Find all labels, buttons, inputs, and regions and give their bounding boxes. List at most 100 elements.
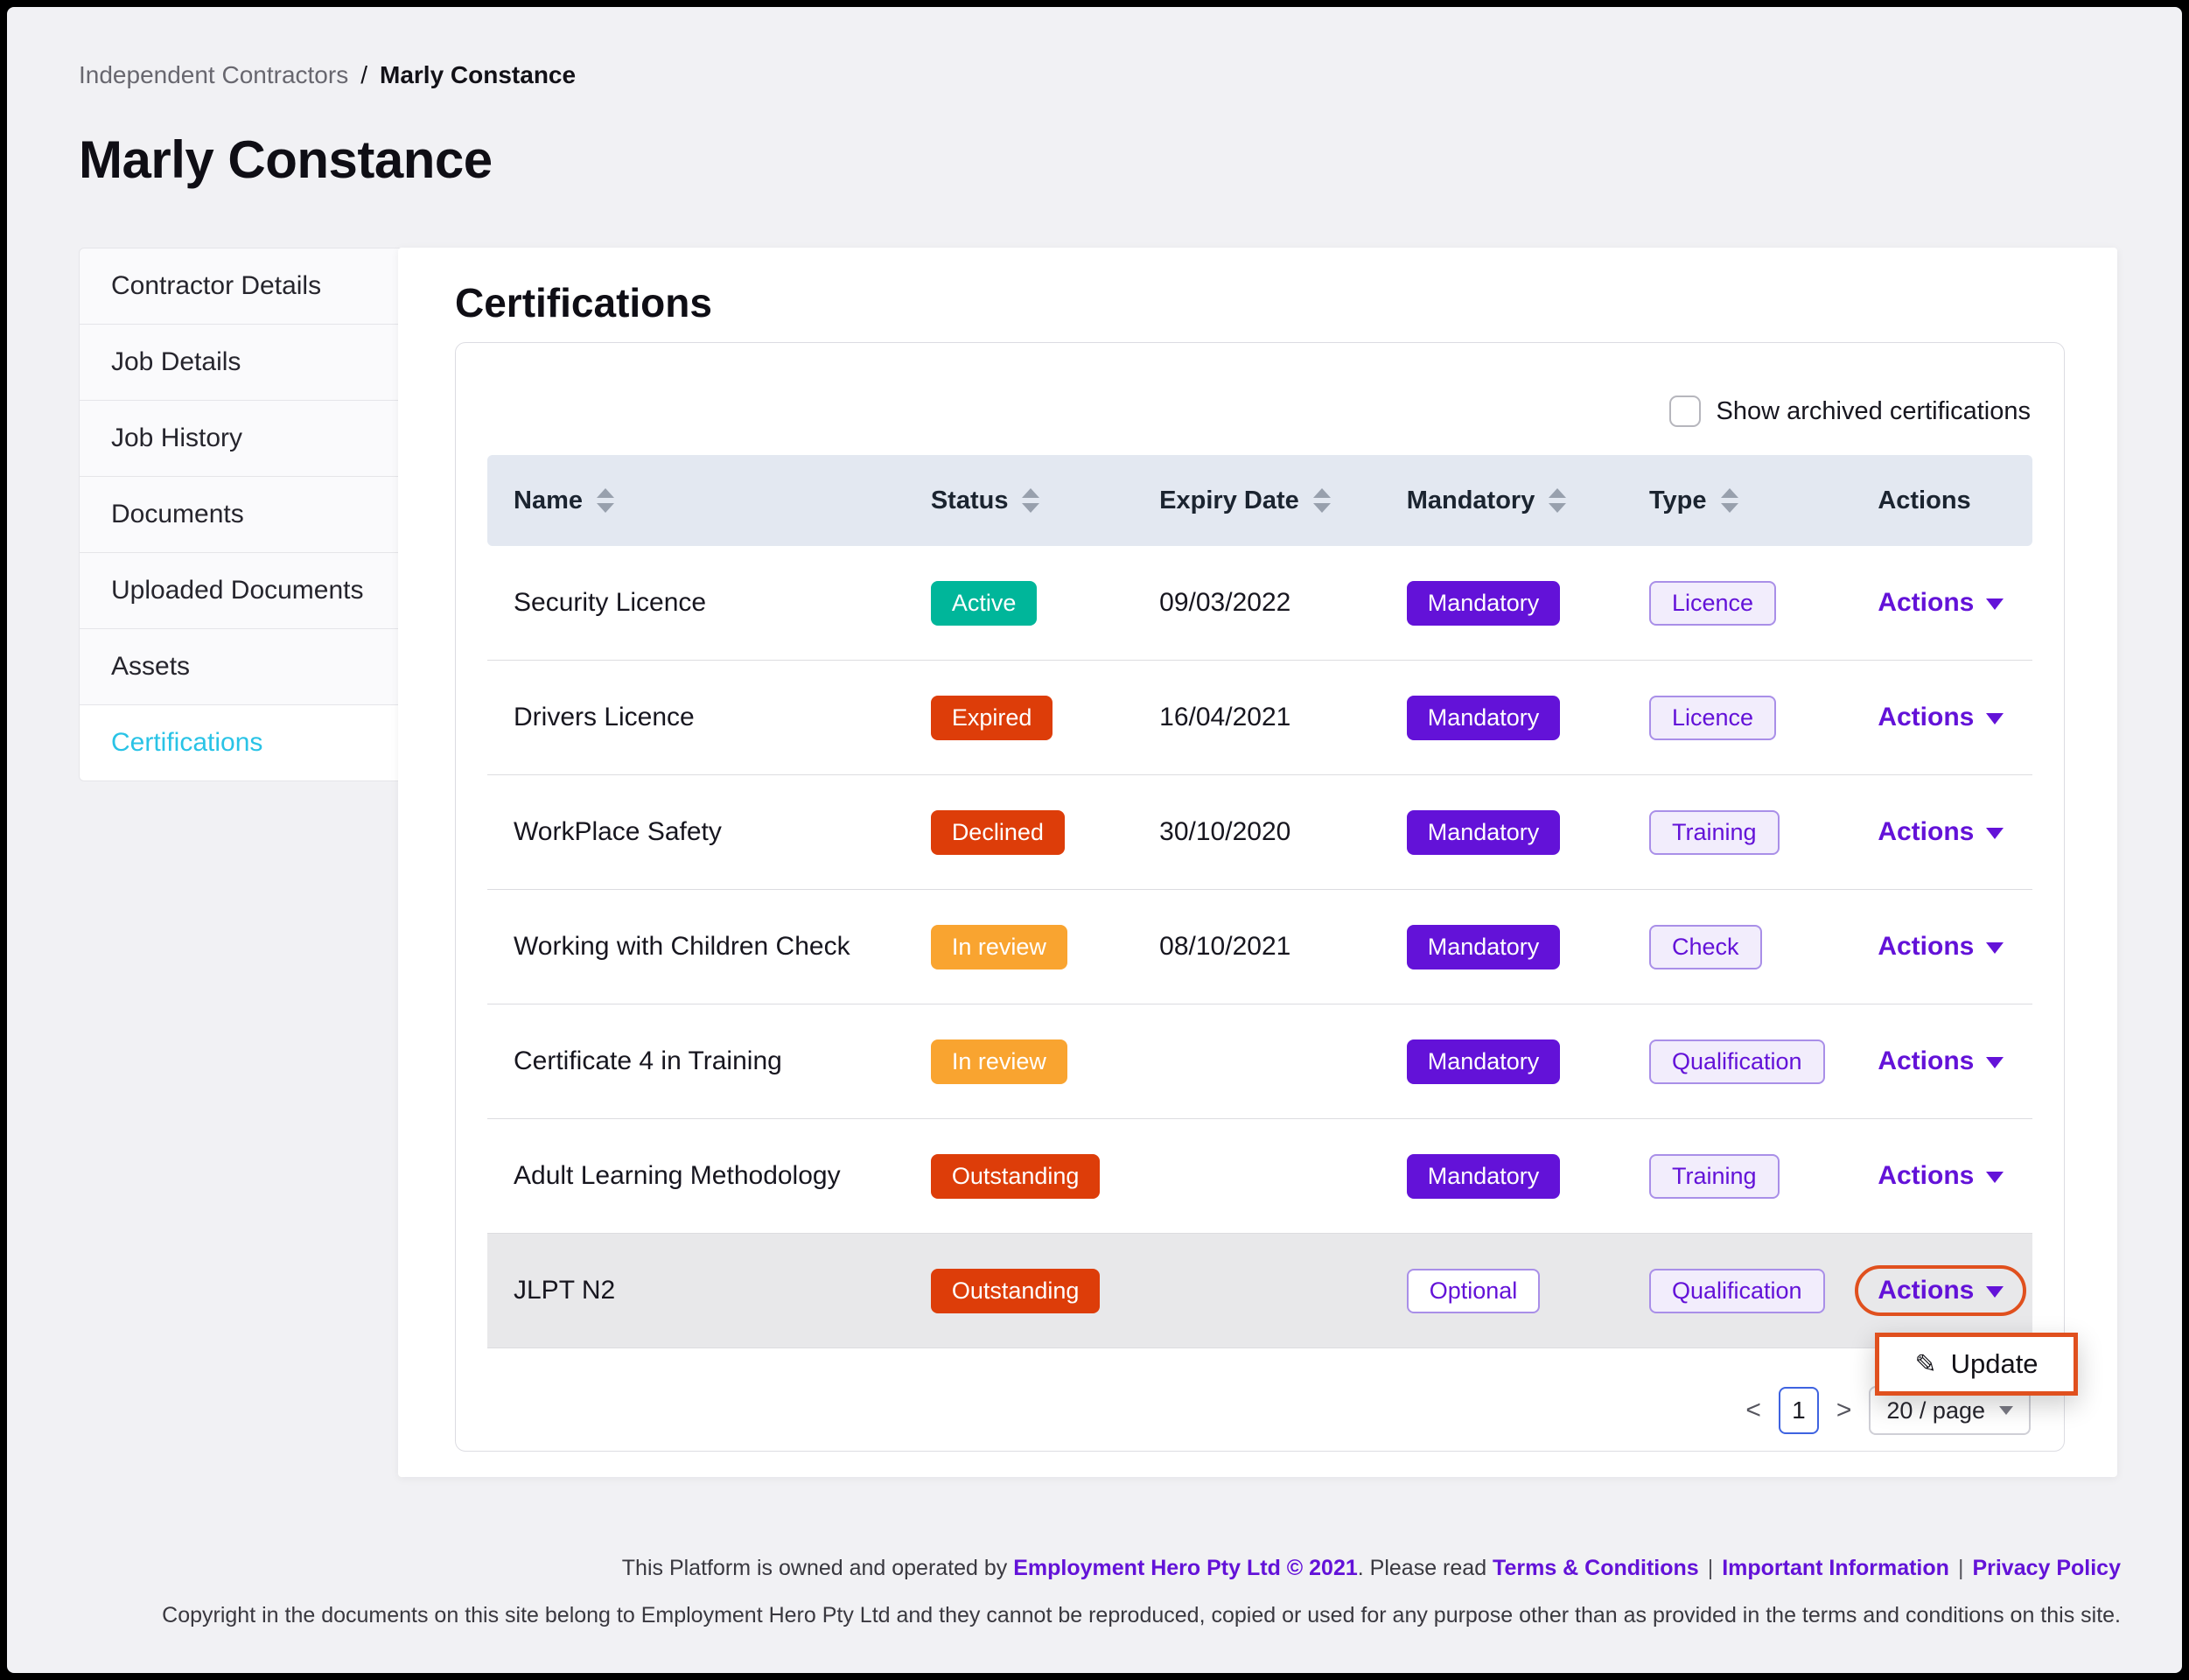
- terms-link[interactable]: Terms & Conditions: [1493, 1556, 1699, 1580]
- column-header-status[interactable]: Status: [905, 486, 1133, 515]
- type-badge: Qualification: [1649, 1269, 1825, 1313]
- actions-cell: Actions: [1851, 588, 2032, 618]
- mandatory-badge: Mandatory: [1407, 810, 1561, 855]
- mandatory-cell: Optional: [1381, 1269, 1623, 1313]
- column-label: Expiry Date: [1159, 486, 1299, 515]
- sort-icon: [597, 488, 614, 513]
- breadcrumb-separator: /: [360, 61, 367, 88]
- actions-label: Actions: [1878, 1046, 1974, 1076]
- breadcrumb-parent[interactable]: Independent Contractors: [79, 61, 348, 88]
- footer-line1: This Platform is owned and operated by E…: [622, 1556, 2121, 1581]
- show-archived-checkbox[interactable]: [1669, 396, 1701, 427]
- sort-icon: [1549, 488, 1566, 513]
- column-label: Type: [1649, 486, 1707, 515]
- status-badge: In review: [931, 925, 1067, 970]
- footer-separator: |: [1958, 1556, 1964, 1580]
- column-header-actions: Actions: [1851, 486, 2032, 515]
- status-badge: Expired: [931, 696, 1053, 740]
- employment-hero-link[interactable]: Employment Hero Pty Ltd © 2021: [1013, 1556, 1358, 1580]
- column-label: Status: [931, 486, 1009, 515]
- annotation-ellipse: Actions: [1855, 1265, 2026, 1316]
- column-header-expiry-date[interactable]: Expiry Date: [1133, 486, 1381, 515]
- footer-text-middle: . Please read: [1358, 1556, 1493, 1580]
- status-badge: In review: [931, 1040, 1067, 1084]
- sidebar-item-assets[interactable]: Assets: [79, 628, 404, 705]
- mandatory-badge: Optional: [1407, 1269, 1541, 1313]
- actions-cell: Actions: [1851, 932, 2032, 962]
- mandatory-cell: Mandatory: [1381, 696, 1623, 740]
- caret-down-icon: [1986, 1172, 2004, 1192]
- table-header: Name Status Expiry Date Mandatory Type Action…: [487, 455, 2032, 546]
- actions-button[interactable]: Actions: [1878, 703, 2004, 732]
- type-cell: Training: [1623, 810, 1851, 855]
- type-badge: Qualification: [1649, 1040, 1825, 1084]
- next-page-button[interactable]: >: [1836, 1396, 1852, 1425]
- type-badge: Training: [1649, 810, 1780, 855]
- mandatory-cell: Mandatory: [1381, 810, 1623, 855]
- cert-name: Adult Learning Methodology: [487, 1161, 905, 1191]
- type-cell: Training: [1623, 1154, 1851, 1199]
- actions-button[interactable]: Actions: [1878, 932, 2004, 962]
- column-header-mandatory[interactable]: Mandatory: [1381, 486, 1623, 515]
- actions-button[interactable]: Actions: [1878, 1161, 2004, 1191]
- type-cell: Check: [1623, 925, 1851, 970]
- actions-label: Actions: [1878, 817, 1974, 847]
- page-number-button[interactable]: 1: [1779, 1387, 1819, 1434]
- sidebar-item-contractor-details[interactable]: Contractor Details: [79, 248, 404, 325]
- table-row: Drivers LicenceExpired16/04/2021Mandator…: [487, 661, 2032, 775]
- type-cell: Qualification: [1623, 1040, 1851, 1084]
- prev-page-button[interactable]: <: [1745, 1396, 1761, 1425]
- column-header-type[interactable]: Type: [1623, 486, 1851, 515]
- cert-name: Certificate 4 in Training: [487, 1046, 905, 1076]
- mandatory-cell: Mandatory: [1381, 581, 1623, 626]
- mandatory-badge: Mandatory: [1407, 1154, 1561, 1199]
- mandatory-badge: Mandatory: [1407, 581, 1561, 626]
- actions-button[interactable]: Actions: [1878, 1276, 2004, 1306]
- table-row: JLPT N2OutstandingOptionalQualificationA…: [487, 1234, 2032, 1348]
- actions-dropdown-menu: ✎ Update: [1875, 1333, 2078, 1396]
- sidebar-item-job-history[interactable]: Job History: [79, 400, 404, 477]
- expiry-date: 09/03/2022: [1133, 588, 1381, 618]
- menu-item-update[interactable]: ✎ Update: [1879, 1337, 2074, 1391]
- actions-button[interactable]: Actions: [1878, 1046, 2004, 1076]
- actions-cell: Actions: [1851, 1046, 2032, 1076]
- type-badge: Training: [1649, 1154, 1780, 1199]
- status-badge: Declined: [931, 810, 1065, 855]
- mandatory-badge: Mandatory: [1407, 925, 1561, 970]
- sidebar-item-certifications[interactable]: Certifications: [79, 704, 404, 781]
- actions-cell: Actions: [1851, 703, 2032, 732]
- breadcrumb: Independent Contractors/Marly Constance: [79, 61, 576, 89]
- footer-line2: Copyright in the documents on this site …: [162, 1603, 2121, 1628]
- status-cell: Expired: [905, 696, 1133, 740]
- mandatory-cell: Mandatory: [1381, 1040, 1623, 1084]
- mandatory-cell: Mandatory: [1381, 1154, 1623, 1199]
- sidebar-item-documents[interactable]: Documents: [79, 476, 404, 553]
- table-row: Certificate 4 in Training In review Mandat…: [487, 1004, 2032, 1119]
- status-cell: Outstanding: [905, 1154, 1133, 1199]
- status-cell: In review: [905, 1040, 1133, 1084]
- caret-down-icon: [1986, 942, 2004, 962]
- sidebar-item-job-details[interactable]: Job Details: [79, 324, 404, 401]
- column-header-name[interactable]: Name: [487, 486, 905, 515]
- chevron-down-icon: [1999, 1406, 2013, 1422]
- actions-label: Actions: [1878, 1161, 1974, 1191]
- type-cell: Licence: [1623, 581, 1851, 626]
- section-title: Certifications: [455, 279, 712, 326]
- actions-cell: Actions: [1851, 1265, 2032, 1316]
- page-size-value: 20 / page: [1886, 1397, 1985, 1424]
- privacy-policy-link[interactable]: Privacy Policy: [1972, 1556, 2121, 1580]
- sidebar-item-uploaded-documents[interactable]: Uploaded Documents: [79, 552, 404, 629]
- type-cell: Licence: [1623, 696, 1851, 740]
- actions-button[interactable]: Actions: [1878, 817, 2004, 847]
- mandatory-badge: Mandatory: [1407, 696, 1561, 740]
- actions-button[interactable]: Actions: [1878, 588, 2004, 618]
- cert-name: JLPT N2: [487, 1276, 905, 1306]
- main-card: Certifications Show archived certificati…: [398, 248, 2117, 1477]
- type-cell: Qualification: [1623, 1269, 1851, 1313]
- caret-down-icon: [1986, 713, 2004, 733]
- footer-text-before: This Platform is owned and operated by: [622, 1556, 1013, 1580]
- actions-cell: Actions: [1851, 817, 2032, 847]
- type-badge: Licence: [1649, 581, 1776, 626]
- important-info-link[interactable]: Important Information: [1722, 1556, 1949, 1580]
- status-cell: Active: [905, 581, 1133, 626]
